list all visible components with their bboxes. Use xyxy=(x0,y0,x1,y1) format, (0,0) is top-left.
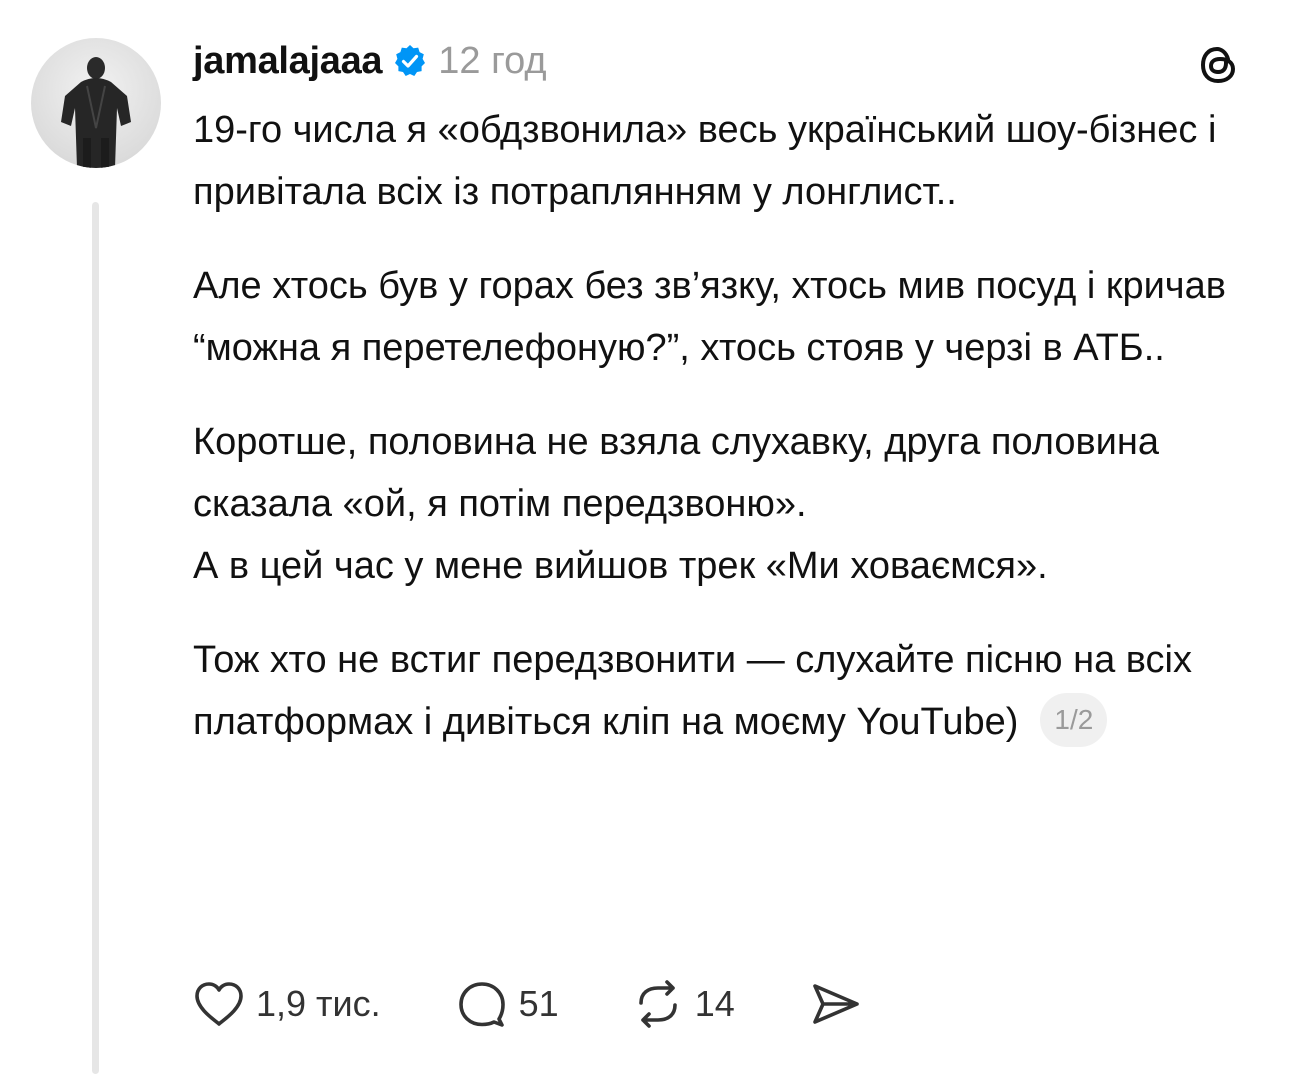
reply-count: 51 xyxy=(518,983,559,1024)
like-count: 1,9 тис. xyxy=(256,983,381,1024)
avatar[interactable] xyxy=(31,38,161,168)
repost-button[interactable]: 14 xyxy=(631,979,735,1029)
post-paragraph-4: Тож хто не встиг передзвонити — слухайте… xyxy=(193,629,1263,753)
post-paragraph-2: Але хтось був у горах без зв’язку, хтось… xyxy=(193,265,1226,369)
post-header: jamalajaaa 12 год xyxy=(193,38,547,84)
heart-icon xyxy=(195,982,243,1026)
post-actions: 1,9 тис. 51 14 xyxy=(192,974,863,1034)
post-paragraph-3a: Коротше, половина не взяла слухавку, дру… xyxy=(193,421,1160,525)
avatar-photo xyxy=(61,57,131,168)
thread-pager-badge: 1/2 xyxy=(1040,692,1108,747)
repost-count: 14 xyxy=(694,983,735,1024)
threads-logo-icon[interactable] xyxy=(1196,42,1242,88)
comment-icon xyxy=(458,982,505,1027)
send-icon xyxy=(812,984,859,1024)
post-paragraph-1: 19-го числа я «обдзвонила» весь українсь… xyxy=(193,109,1217,213)
post-timestamp: 12 год xyxy=(438,39,547,82)
post-body: 19-го числа я «обдзвонила» весь українсь… xyxy=(193,99,1263,785)
username[interactable]: jamalajaaa xyxy=(193,40,383,83)
verified-badge-icon xyxy=(392,43,428,79)
post-paragraph-3b: А в цей час у мене вийшов трек «Ми ховає… xyxy=(193,545,1048,587)
reply-button[interactable]: 51 xyxy=(455,979,559,1029)
like-button[interactable]: 1,9 тис. xyxy=(192,979,381,1029)
repost-icon xyxy=(638,980,677,1028)
share-button[interactable] xyxy=(809,979,863,1029)
thread-line xyxy=(92,202,99,1074)
